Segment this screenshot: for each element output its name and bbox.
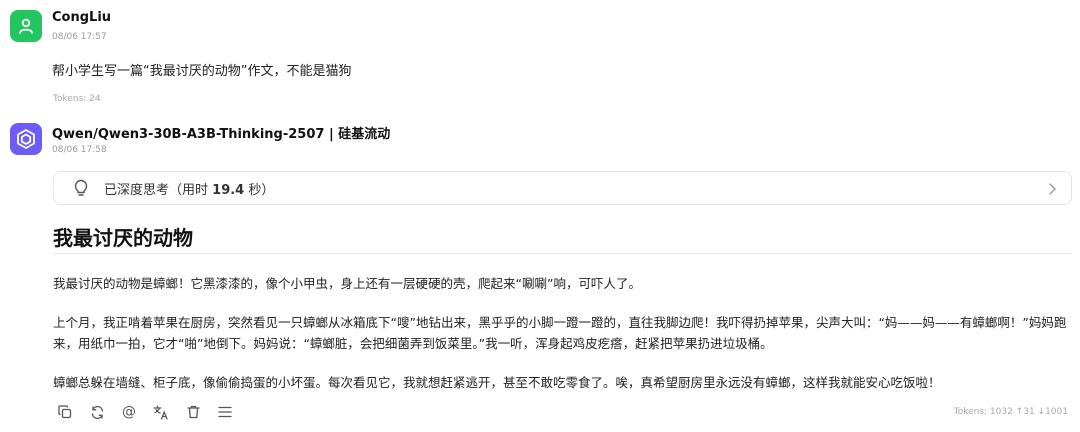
title-divider — [53, 253, 1072, 254]
response-paragraph-3: 蟑螂总躲在墙缝、柜子底，像偷偷捣蛋的小坏蛋。每次看见它，我就想赶紧逃开，甚至不敢… — [53, 375, 941, 390]
message-toolbar: @ — [56, 402, 248, 422]
copy-icon[interactable] — [56, 403, 74, 421]
assistant-message: Qwen/Qwen3-30B-A3B-Thinking-2507 | 硅基流动 … — [0, 0, 1080, 432]
regenerate-icon[interactable] — [88, 403, 106, 421]
chevron-right-icon — [1047, 181, 1057, 200]
assistant-model-name: Qwen/Qwen3-30B-A3B-Thinking-2507 | 硅基流动 — [52, 127, 391, 142]
response-paragraph-2: 上个月，我正啃着苹果在厨房，突然看见一只蟑螂从冰箱底下“嗖”地钻出来，黑乎乎的小… — [53, 315, 1067, 351]
response-paragraph-1: 我最讨厌的动物是蟑螂！它黑漆漆的，像个小甲虫，身上还有一层硬硬的壳，爬起来“唰唰… — [53, 276, 641, 291]
thinking-label: 已深度思考（用时 19.4 秒） — [104, 182, 275, 198]
thinking-summary-toggle[interactable]: 已深度思考（用时 19.4 秒） — [53, 171, 1072, 205]
thinking-duration: 19.4 — [212, 182, 245, 198]
translate-icon[interactable] — [152, 403, 170, 421]
assistant-token-count: Tokens: 1032 ↑31 ↓1001 — [953, 407, 1068, 417]
assistant-timestamp: 08/06 17:58 — [52, 145, 107, 155]
mention-icon[interactable]: @ — [120, 403, 138, 421]
menu-icon[interactable] — [216, 403, 234, 421]
response-title: 我最讨厌的动物 — [53, 226, 193, 250]
assistant-avatar[interactable] — [10, 123, 42, 155]
qwen-logo-icon — [17, 129, 35, 149]
delete-icon[interactable] — [184, 403, 202, 421]
lightbulb-icon — [73, 179, 89, 197]
